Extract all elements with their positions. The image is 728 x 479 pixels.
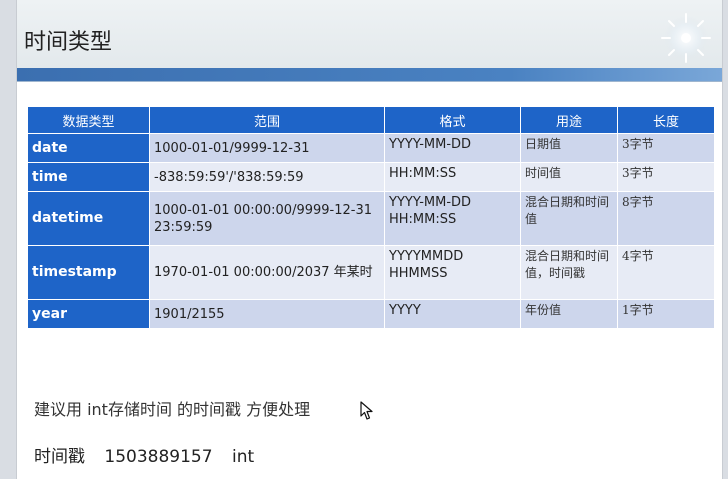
range-cell: 1000-01-01/9999-12-31 (149, 133, 385, 163)
slide-header: 时间类型 (17, 0, 722, 68)
use-cell: 混合日期和时间值，时间戳 (520, 245, 618, 300)
type-cell: datetime (27, 191, 150, 246)
type-cell: date (27, 133, 150, 163)
header-cell: 用途 (520, 106, 618, 134)
slide: 时间类型 数据类型 范围 格式 用途 长度 date 1000-01-01/99… (17, 0, 722, 479)
cursor-icon (360, 401, 373, 420)
table-row: date 1000-01-01/9999-12-31 YYYY-MM-DD 日期… (27, 133, 715, 163)
format-cell: YYYY-MM-DD HH:MM:SS (384, 191, 521, 246)
length-cell: 1字节 (617, 299, 715, 329)
header-accent-bar (17, 68, 722, 81)
table-row: year 1901/2155 YYYY 年份值 1字节 (27, 299, 715, 329)
length-cell: 4字节 (617, 245, 715, 300)
type-cell: timestamp (27, 245, 150, 300)
range-cell: -838:59:59'/'838:59:59 (149, 162, 385, 192)
format-cell: YYYYMMDD HHMMSS (384, 245, 521, 300)
table-row: datetime 1000-01-01 00:00:00/9999-12-31 … (27, 191, 715, 246)
header-cell: 长度 (617, 106, 715, 134)
range-cell: 1901/2155 (149, 299, 385, 329)
header-cell: 范围 (149, 106, 385, 134)
format-cell: YYYY (384, 299, 521, 329)
length-cell: 3字节 (617, 133, 715, 163)
type-cell: year (27, 299, 150, 329)
header-cell: 格式 (384, 106, 521, 134)
range-cell: 1970-01-01 00:00:00/2037 年某时 (149, 245, 385, 300)
slide-title: 时间类型 (24, 30, 113, 55)
sparkle-icon (661, 13, 711, 63)
time-types-table: 数据类型 范围 格式 用途 长度 date 1000-01-01/9999-12… (27, 106, 715, 329)
format-cell: HH:MM:SS (384, 162, 521, 192)
timestamp-example: 时间戳 1503889157 int (34, 442, 268, 467)
use-cell: 混合日期和时间值 (520, 191, 618, 246)
header-cell: 数据类型 (27, 106, 150, 134)
use-cell: 时间值 (520, 162, 618, 192)
timestamp-label: 时间戳 (34, 447, 85, 467)
use-cell: 年份值 (520, 299, 618, 329)
table-row: time -838:59:59'/'838:59:59 HH:MM:SS 时间值… (27, 162, 715, 192)
length-cell: 8字节 (617, 191, 715, 246)
recommendation-note: 建议用 int存储时间 的时间戳 方便处理 (34, 400, 311, 419)
table-row: timestamp 1970-01-01 00:00:00/2037 年某时 Y… (27, 245, 715, 300)
range-cell: 1000-01-01 00:00:00/9999-12-31 23:59:59 (149, 191, 385, 246)
timestamp-value: 1503889157 (104, 447, 213, 467)
length-cell: 3字节 (617, 162, 715, 192)
timestamp-type: int (231, 447, 255, 467)
use-cell: 日期值 (520, 133, 618, 163)
format-cell: YYYY-MM-DD (384, 133, 521, 163)
header-divider (17, 81, 722, 82)
table-header-row: 数据类型 范围 格式 用途 长度 (27, 106, 715, 134)
type-cell: time (27, 162, 150, 192)
